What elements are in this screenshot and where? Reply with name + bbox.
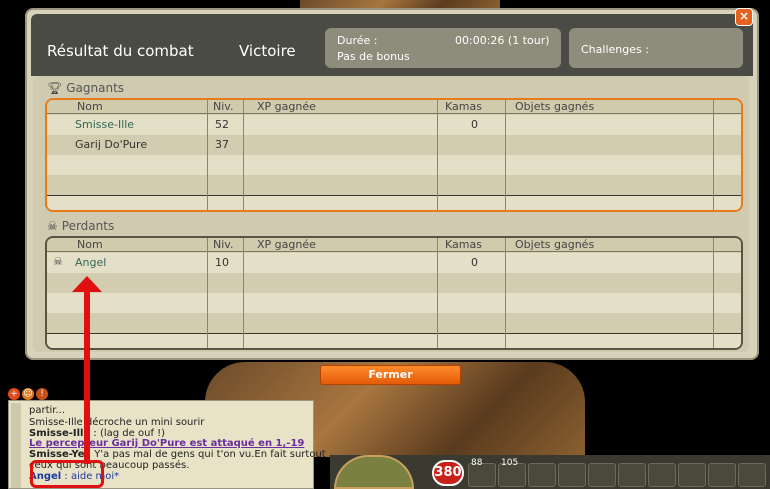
losers-heading: ☠ Perdants — [47, 219, 114, 233]
duration-label: Durée : — [337, 34, 378, 47]
spell-slot[interactable] — [528, 463, 556, 487]
spell-slot[interactable] — [558, 463, 586, 487]
table-row — [47, 155, 741, 175]
results-panel: 🏆︎ Gagnants Nom Niv. XP gagnée Kamas Obje… — [33, 76, 749, 352]
spell-slot[interactable] — [738, 463, 766, 487]
player-level: 10 — [215, 256, 229, 269]
close-button[interactable]: × — [735, 8, 753, 26]
player-kamas: 0 — [471, 256, 478, 269]
stat-slot[interactable]: 105 — [498, 458, 526, 487]
table-row — [47, 175, 741, 195]
player-level: 37 — [215, 138, 229, 151]
table-row[interactable]: ☠ Angel 10 0 — [47, 253, 741, 273]
winners-label: Gagnants — [66, 81, 125, 95]
table-row[interactable]: Garij Do'Pure 37 — [47, 135, 741, 155]
column-divider — [207, 100, 208, 210]
annotation-arrow-head — [72, 276, 102, 292]
col-name-header: Nom — [77, 238, 103, 251]
column-divider — [505, 238, 506, 348]
duration-panel: Durée : 00:00:26 (1 tour) Pas de bonus — [325, 28, 561, 68]
close-fight-button[interactable]: Fermer — [320, 365, 461, 385]
table-row — [47, 313, 741, 333]
col-xp-header: XP gagnée — [257, 238, 316, 251]
winners-heading: 🏆︎ Gagnants — [47, 81, 124, 95]
table-row — [47, 196, 741, 210]
title-bar: Résultat du combat Victoire Durée : 00:0… — [31, 14, 753, 76]
column-divider — [505, 100, 506, 210]
column-divider — [437, 100, 438, 210]
col-kamas-header: Kamas — [445, 238, 482, 251]
game-hud: 88 105 — [330, 455, 770, 489]
window-title: Résultat du combat — [47, 42, 194, 60]
chat-message: partir... — [29, 405, 66, 416]
col-kamas-header: Kamas — [445, 100, 482, 113]
col-items-header: Objets gagnés — [515, 100, 595, 113]
spell-slot[interactable] — [708, 463, 736, 487]
player-name[interactable]: Angel — [75, 256, 106, 269]
col-items-header: Objets gagnés — [515, 238, 595, 251]
losers-table: Nom Niv. XP gagnée Kamas Objets gagnés ☠… — [45, 236, 743, 350]
col-name-header: Nom — [77, 100, 103, 113]
spell-slot[interactable] — [618, 463, 646, 487]
column-divider — [437, 238, 438, 348]
health-points: 380 — [432, 460, 464, 486]
player-level: 52 — [215, 118, 229, 131]
player-name[interactable]: Smisse-Ille — [75, 118, 134, 131]
bonus-label: Pas de bonus — [337, 50, 410, 63]
col-level-header: Niv. — [213, 238, 234, 251]
chat-add-icon[interactable]: + — [8, 388, 20, 400]
spell-slot[interactable] — [678, 463, 706, 487]
chat-channel-icon[interactable]: ! — [36, 388, 48, 400]
annotation-highlight-box — [30, 460, 104, 488]
losers-label: Perdants — [61, 219, 115, 233]
annotation-arrow-shaft — [84, 288, 90, 464]
combat-outcome: Victoire — [239, 42, 296, 60]
spell-slot[interactable] — [588, 463, 616, 487]
spell-slot[interactable] — [648, 463, 676, 487]
chat-smiley-icon[interactable]: ☺ — [22, 388, 34, 400]
skull-icon: ☠ — [47, 219, 58, 233]
table-row — [47, 293, 741, 313]
player-kamas: 0 — [471, 118, 478, 131]
challenges-label: Challenges : — [581, 43, 649, 56]
table-row — [47, 273, 741, 293]
column-divider — [207, 238, 208, 348]
chat-message: Smisse-Ille décroche un mini sourir — [29, 417, 205, 428]
column-divider — [243, 100, 244, 210]
column-divider — [713, 100, 714, 210]
winners-table: Nom Niv. XP gagnée Kamas Objets gagnés S… — [45, 98, 743, 212]
column-divider — [243, 238, 244, 348]
stat-slot[interactable]: 88 — [468, 458, 496, 487]
col-level-header: Niv. — [213, 100, 234, 113]
duration-value: 00:00:26 (1 tour) — [455, 34, 550, 47]
combat-result-window: Résultat du combat Victoire Durée : 00:0… — [25, 8, 759, 360]
trophy-icon: 🏆︎ — [47, 81, 63, 95]
minimap-dial[interactable] — [334, 455, 414, 489]
column-divider — [713, 238, 714, 348]
col-xp-header: XP gagnée — [257, 100, 316, 113]
player-name[interactable]: Garij Do'Pure — [75, 138, 147, 151]
table-row — [47, 334, 741, 348]
winners-table-header: Nom Niv. XP gagnée Kamas Objets gagnés — [47, 100, 741, 114]
chat-message: Smisse-Ye : Y'a pas mal de gens qui t'on… — [29, 449, 326, 460]
table-row[interactable]: Smisse-Ille 52 0 — [47, 115, 741, 135]
chat-scrollbar[interactable] — [11, 403, 21, 488]
dead-skull-icon: ☠ — [53, 255, 63, 268]
challenges-panel: Challenges : — [569, 28, 743, 68]
losers-table-header: Nom Niv. XP gagnée Kamas Objets gagnés — [47, 238, 741, 252]
chat-message: Le percepteur Garij Do'Pure est attaqué … — [29, 438, 305, 449]
